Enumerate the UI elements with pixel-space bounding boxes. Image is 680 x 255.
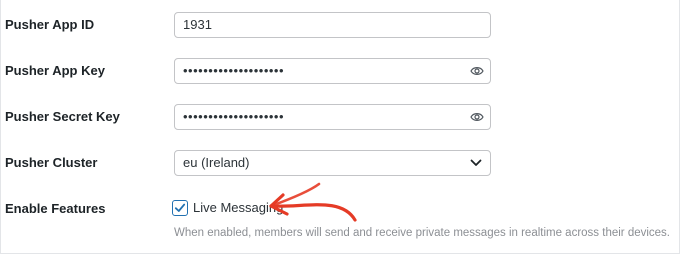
app-key-input[interactable]: •••••••••••••••••••• [174, 58, 491, 84]
app-key-label: Pusher App Key [5, 63, 105, 78]
live-messaging-description: When enabled, members will send and rece… [174, 227, 671, 239]
cluster-select[interactable]: eu (Ireland) [174, 150, 491, 176]
features-label: Enable Features [5, 201, 106, 216]
eye-icon[interactable] [470, 65, 484, 77]
secret-key-value: •••••••••••••••••••• [183, 109, 285, 124]
cluster-label: Pusher Cluster [5, 155, 98, 170]
app-key-row: Pusher App Key •••••••••••••••••••• [1, 58, 680, 84]
settings-panel: Pusher App ID 1931 Pusher App Key ••••••… [0, 0, 680, 254]
app-id-row: Pusher App ID 1931 [1, 12, 680, 38]
cluster-value: eu (Ireland) [183, 155, 250, 170]
checkmark-icon [174, 203, 186, 212]
app-id-value: 1931 [183, 17, 212, 32]
secret-key-input[interactable]: •••••••••••••••••••• [174, 104, 491, 130]
live-messaging-checkbox[interactable] [172, 200, 188, 216]
app-id-label: Pusher App ID [5, 17, 95, 32]
eye-icon[interactable] [470, 111, 484, 123]
chevron-down-icon [470, 159, 482, 166]
app-id-input[interactable]: 1931 [174, 12, 491, 38]
app-key-value: •••••••••••••••••••• [183, 63, 285, 78]
secret-key-label: Pusher Secret Key [5, 109, 120, 124]
secret-key-row: Pusher Secret Key •••••••••••••••••••• [1, 104, 680, 130]
red-arrow-annotation [269, 182, 357, 222]
cluster-row: Pusher Cluster eu (Ireland) [1, 150, 680, 176]
